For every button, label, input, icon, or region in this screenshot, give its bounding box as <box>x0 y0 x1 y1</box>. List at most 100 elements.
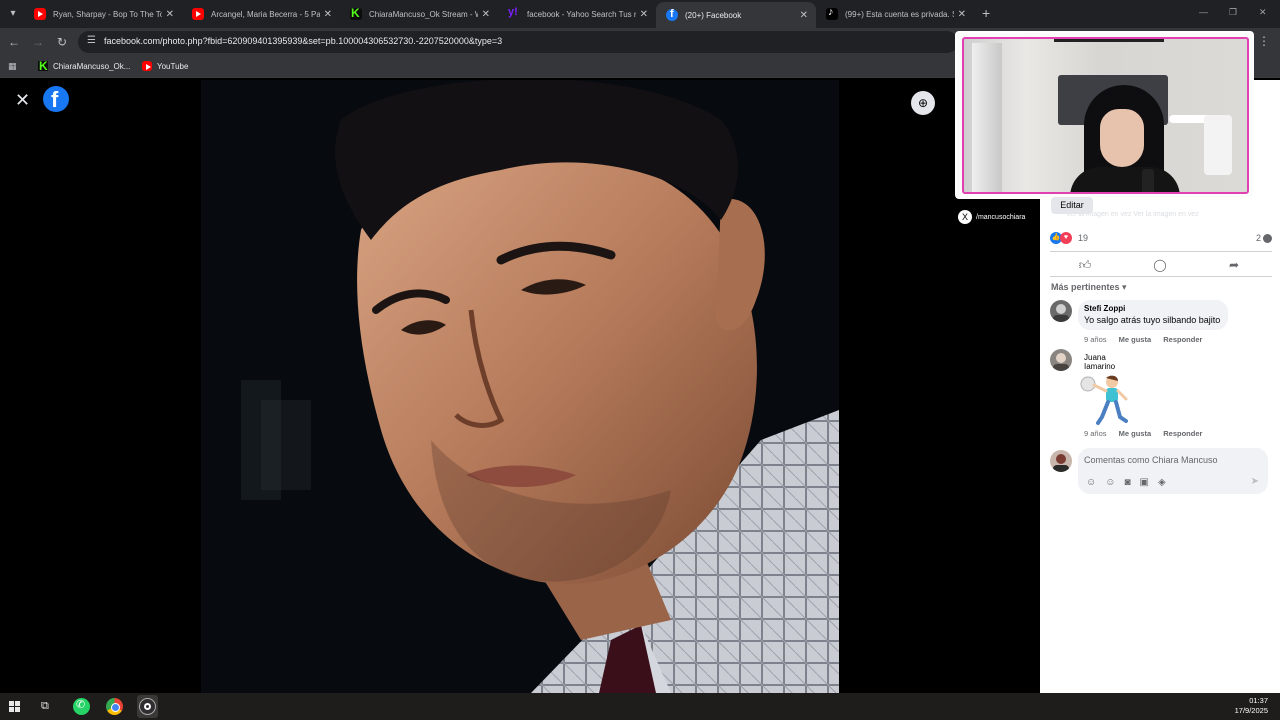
maximize-icon[interactable]: ❐ <box>1229 7 1237 18</box>
yahoo-icon <box>508 6 520 20</box>
reaction-count: 19 <box>1078 233 1089 243</box>
tab-title: (99+) Esta cuenta es privada. Si <box>845 9 954 19</box>
tab-close-icon[interactable]: ✕ <box>482 9 490 20</box>
clock-time: 01:37 <box>1249 696 1268 705</box>
facebook-icon <box>666 8 678 21</box>
browser-tab-active[interactable]: (20+) Facebook ✕ <box>656 2 816 28</box>
reactions-row[interactable]: 👍 ♥ 19 2 <box>1050 231 1272 245</box>
comment-bubble: Stefi Zoppi Yo salgo atrás tuyo silbando… <box>1078 300 1229 330</box>
photo-viewer: ✕ <box>0 80 1040 693</box>
new-tab-icon[interactable]: + <box>982 6 990 20</box>
site-info-icon[interactable]: ☰ <box>87 35 96 46</box>
comment-composer[interactable]: Comentas como Chiara Mancuso ☺︎ ☺ ◙ ▣ ◈ … <box>1078 448 1268 494</box>
comment-count[interactable]: 2 <box>1256 233 1272 243</box>
gif-icon[interactable]: ▣ <box>1139 477 1148 488</box>
send-icon[interactable]: ➤ <box>1251 476 1259 487</box>
tab-search-icon[interactable]: ▾ <box>4 5 22 23</box>
composer-tools: ☺︎ ☺ ◙ ▣ ◈ <box>1086 477 1175 488</box>
webcam-person-body <box>1070 167 1180 192</box>
bookmark-label: ChiaraMancuso_Ok... <box>53 61 131 71</box>
comment-count-value: 2 <box>1255 233 1261 243</box>
browser-tab[interactable]: Ryan, Sharpay - Bop To The Top ✕ <box>24 3 182 25</box>
browser-tab[interactable]: facebook - Yahoo Search Tus re ✕ <box>498 3 656 25</box>
chrome-icon[interactable] <box>106 698 123 715</box>
facebook-logo[interactable] <box>43 86 69 113</box>
task-view-icon[interactable]: ⧉ <box>41 700 49 713</box>
bookmark-item[interactable]: ChiaraMancuso_Ok... <box>38 59 131 73</box>
photo[interactable] <box>201 80 839 693</box>
love-reaction-icon: ♥ <box>1060 232 1072 244</box>
tab-title: Ryan, Sharpay - Bop To The Top <box>53 9 162 19</box>
like-icon[interactable]: 👍︎ <box>1077 257 1093 273</box>
webcam-person-face <box>1100 109 1144 167</box>
window-close-icon[interactable]: ✕ <box>1259 7 1267 18</box>
zoom-in-icon[interactable]: ⊕ <box>911 91 935 115</box>
tab-title: Arcangel, Maria Becerra - 5 Pa L <box>211 9 320 19</box>
x-logo-icon: X <box>958 210 972 224</box>
tab-title: ChiaraMancuso_Ok Stream - W <box>369 9 478 19</box>
windows-start-icon[interactable] <box>9 701 21 713</box>
screen: ▾ Ryan, Sharpay - Bop To The Top ✕ Arcan… <box>0 0 1280 720</box>
tab-close-icon[interactable]: ✕ <box>958 9 966 20</box>
comment-like-link[interactable]: Me gusta <box>1119 335 1152 344</box>
tab-title: facebook - Yahoo Search Tus re <box>527 9 636 19</box>
comment-time[interactable]: 9 años <box>1084 429 1107 438</box>
kick-icon <box>350 6 362 20</box>
tab-close-icon[interactable]: ✕ <box>640 9 648 20</box>
comment-reply-link[interactable]: Responder <box>1163 335 1202 344</box>
share-icon[interactable]: ➦ <box>1226 257 1242 273</box>
composer-placeholder: Comentas como Chiara Mancuso <box>1084 455 1218 465</box>
url-text[interactable]: facebook.com/photo.php?fbid=620909401395… <box>104 36 502 46</box>
comment-icon[interactable]: ◯ <box>1152 257 1168 273</box>
system-clock[interactable]: 01:37 17/9/2025 <box>1235 696 1268 716</box>
composer-avatar[interactable] <box>1050 450 1072 472</box>
comment-meta: 9 años Me gusta Responder <box>1084 429 1212 438</box>
camera-icon[interactable]: ◙ <box>1124 477 1130 488</box>
browser-tab[interactable]: ChiaraMancuso_Ok Stream - W ✕ <box>340 3 498 25</box>
comment-author[interactable]: Stefi Zoppi <box>1084 304 1220 313</box>
clock-date: 17/9/2025 <box>1234 706 1268 715</box>
sticker-icon[interactable]: ◈ <box>1158 477 1166 488</box>
browser-tab[interactable]: (99+) Esta cuenta es privada. Si ✕ <box>816 3 974 25</box>
comment-author[interactable]: Juana Iamarino <box>1084 353 1115 371</box>
portrait-image <box>201 80 839 693</box>
avatar-sticker-icon[interactable]: ☺︎ <box>1086 477 1096 488</box>
address-bar[interactable]: ☰ facebook.com/photo.php?fbid=6209094013… <box>78 31 958 53</box>
comment-like-link[interactable]: Me gusta <box>1119 429 1152 438</box>
tab-title: (20+) Facebook <box>685 10 742 20</box>
reload-icon[interactable]: ↻ <box>54 34 70 50</box>
bookmark-item[interactable]: YouTube <box>142 61 188 71</box>
comment-text: Yo salgo atrás tuyo silbando bajito <box>1084 315 1221 325</box>
youtube-icon <box>34 8 46 20</box>
kick-icon <box>38 59 48 73</box>
emoji-icon[interactable]: ☺ <box>1105 477 1115 488</box>
whatsapp-icon[interactable] <box>73 698 90 715</box>
tab-close-icon[interactable]: ✕ <box>166 9 174 20</box>
comment-reply-link[interactable]: Responder <box>1163 429 1202 438</box>
apps-grid-icon[interactable]: ▦ <box>8 61 17 72</box>
avatar[interactable] <box>1050 349 1072 371</box>
avatar-image <box>1050 450 1072 472</box>
tag-overlay[interactable]: X /mancusochiara <box>958 210 1025 224</box>
comment-author-name: Juana Iamarino <box>1084 353 1116 371</box>
obs-icon[interactable] <box>139 698 156 715</box>
back-icon[interactable]: ← <box>6 34 22 50</box>
avatar[interactable] <box>1050 300 1072 322</box>
avatar-image <box>1050 300 1072 322</box>
close-icon[interactable]: ✕ <box>15 90 30 110</box>
browser-menu-icon[interactable]: ⋮ <box>1258 34 1270 48</box>
webcam-frame <box>962 37 1249 194</box>
comment-time[interactable]: 9 años <box>1084 335 1107 344</box>
edit-button[interactable]: Editar <box>1051 197 1093 214</box>
forward-icon[interactable]: → <box>30 34 46 50</box>
tab-close-icon[interactable]: ✕ <box>324 9 332 20</box>
comment-sort-dropdown[interactable]: Más pertinentes ▾ <box>1051 282 1127 293</box>
minimize-icon[interactable]: — <box>1199 7 1208 17</box>
post-actions: 👍︎ ◯ ➦ <box>1050 251 1272 277</box>
browser-tab[interactable]: Arcangel, Maria Becerra - 5 Pa L ✕ <box>182 3 340 25</box>
browser-tab-strip: ▾ Ryan, Sharpay - Bop To The Top ✕ Arcan… <box>0 0 1280 28</box>
comment-meta: 9 años Me gusta Responder <box>1084 335 1212 344</box>
tab-close-icon[interactable]: ✕ <box>800 10 808 21</box>
dancing-man-sticker <box>1080 373 1132 427</box>
windows-taskbar: ⧉ 01:37 17/9/2025 <box>0 693 1280 720</box>
